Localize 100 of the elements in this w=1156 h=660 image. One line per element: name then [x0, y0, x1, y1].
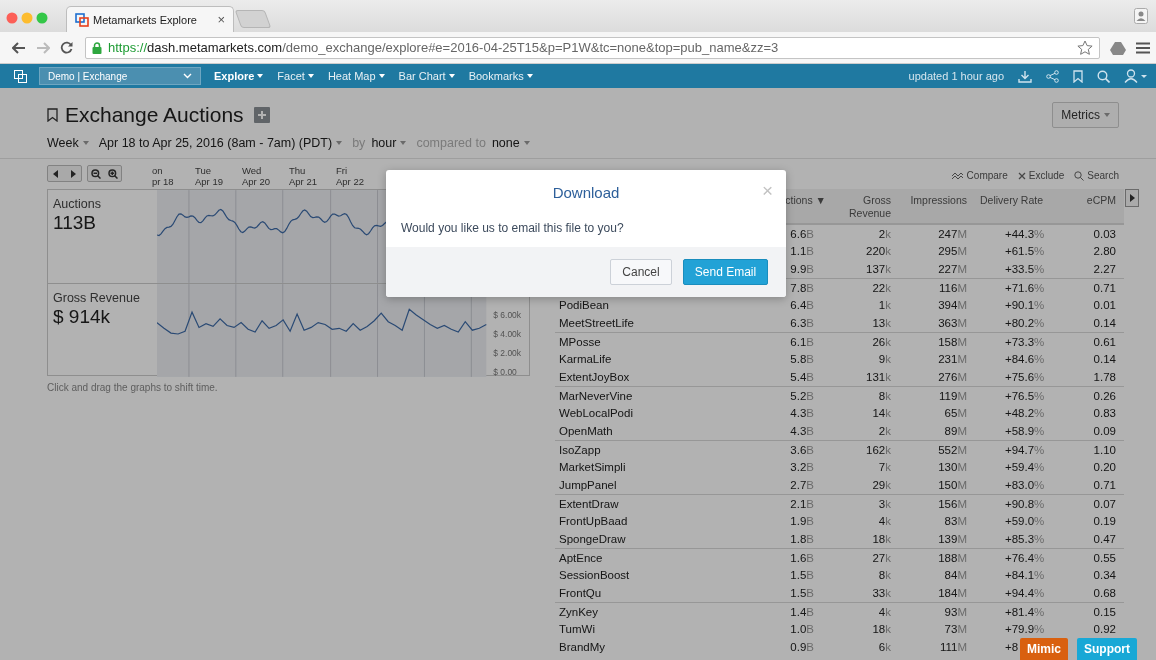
- table-cell: JumpPanel: [559, 479, 617, 491]
- table-cell: 4.3B: [790, 425, 814, 437]
- table-cell: 0.55: [1093, 551, 1116, 564]
- table-cell: 552M: [938, 443, 967, 456]
- table-cell: 2k: [878, 425, 891, 437]
- table-cell: +75.6%: [1005, 371, 1045, 383]
- table-cell: 184M: [938, 587, 967, 599]
- table-cell: 33k: [872, 587, 891, 599]
- metric-value: 113B: [53, 212, 97, 234]
- table-cell: 65M: [944, 407, 967, 419]
- table-cell: 0.14: [1093, 353, 1116, 365]
- table-cell: 1.5B: [790, 587, 814, 599]
- table-cell: +76.4%: [1005, 551, 1045, 564]
- table-cell: 3k: [878, 497, 891, 510]
- metric-value: $ 914k: [53, 306, 112, 328]
- update-status: updated 1 hour ago: [908, 70, 1004, 82]
- axis-tick-label: $ 0.00: [493, 366, 517, 377]
- table-cell: 156M: [938, 497, 967, 510]
- table-cell: 162k: [866, 443, 891, 456]
- table-cell: +48.2%: [1005, 407, 1045, 419]
- day-label: Wed: [242, 165, 263, 176]
- table-cell: 0.03: [1093, 227, 1116, 240]
- table-cell: +85.3%: [1005, 533, 1045, 545]
- table-cell: IsoZapp: [559, 443, 601, 456]
- table-cell: +59.0%: [1005, 515, 1045, 527]
- table-cell: MPosse: [559, 335, 601, 348]
- table-cell: +83.0%: [1005, 479, 1045, 491]
- table-cell: +33.5%: [1005, 263, 1045, 275]
- table-cell: AptEnce: [559, 551, 603, 564]
- table-cell: TumWi: [559, 623, 595, 635]
- table-cell: 73M: [944, 623, 967, 635]
- table-cell: ExtentJoyBox: [559, 371, 630, 383]
- date-label: Apr 21: [289, 176, 318, 187]
- date-label: Apr 22: [336, 176, 365, 187]
- table-cell: 0.15: [1093, 605, 1116, 618]
- table-cell: +90.1%: [1005, 299, 1045, 311]
- date-label: Apr 19: [195, 176, 224, 187]
- day-label: on: [152, 165, 164, 176]
- table-cell: 247M: [938, 227, 967, 240]
- axis-tick-label: $ 2.00k: [493, 347, 521, 358]
- table-cell: 2.27: [1093, 263, 1116, 275]
- table-cell: 139M: [938, 533, 967, 545]
- table-cell: 137k: [866, 263, 891, 275]
- table-cell: +84.1%: [1005, 569, 1045, 581]
- table-cell: +76.5%: [1005, 389, 1045, 402]
- table-cell: 4.3B: [790, 407, 814, 419]
- table-cell: 1.5B: [790, 569, 814, 581]
- axis-tick-label: $ 4.00k: [493, 329, 521, 339]
- table-cell: 13k: [872, 317, 891, 329]
- dialog-message: Would you like us to email this file to you?: [400, 220, 625, 237]
- table-cell: 84M: [944, 569, 967, 581]
- table-cell: 2.80: [1093, 245, 1116, 257]
- table-cell: 0.26: [1093, 389, 1116, 402]
- table-cell: 6.6B: [790, 227, 814, 240]
- table-cell: 14k: [872, 407, 891, 419]
- table-cell: 29k: [872, 479, 891, 491]
- table-cell: FrontUpBaad: [559, 515, 628, 527]
- table-cell: 6.1B: [790, 335, 814, 348]
- table-cell: +8: [1005, 641, 1019, 653]
- metric-label: Auctions: [53, 197, 102, 211]
- table-cell: 0.68: [1093, 587, 1116, 599]
- table-cell: 1k: [878, 299, 891, 311]
- table-cell: 18k: [872, 533, 891, 545]
- table-cell: 2.7B: [790, 479, 814, 491]
- table-cell: SpongeDraw: [559, 533, 626, 545]
- table-cell: 1.4B: [790, 605, 814, 618]
- table-cell: +71.6%: [1005, 281, 1045, 294]
- table-cell: 2.1B: [790, 497, 814, 510]
- table-cell: 158M: [938, 335, 967, 348]
- table-cell: 0.47: [1093, 533, 1116, 545]
- table-cell: 4k: [878, 605, 891, 618]
- table-cell: 0.9B: [790, 641, 814, 653]
- table-cell: KarmaLife: [559, 353, 612, 365]
- table-cell: 3.6B: [790, 443, 814, 456]
- table-cell: MarketSimpli: [559, 461, 626, 473]
- table-cell: 0.07: [1093, 497, 1116, 510]
- table-cell: 1.1B: [790, 245, 814, 257]
- table-cell: 0.83: [1093, 407, 1116, 419]
- table-cell: +84.6%: [1005, 353, 1045, 365]
- table-cell: 9k: [878, 353, 891, 365]
- table-cell: 7.8B: [790, 281, 814, 294]
- table-cell: ExtentDraw: [559, 497, 619, 510]
- table-cell: 0.71: [1093, 479, 1116, 491]
- table-cell: 188M: [938, 551, 967, 564]
- day-label: Fri: [336, 165, 349, 176]
- table-cell: 2k: [878, 227, 891, 240]
- table-cell: +73.3%: [1005, 335, 1045, 348]
- table-cell: 0.09: [1093, 425, 1116, 437]
- table-cell: OpenMath: [559, 425, 613, 437]
- table-cell: 6.3B: [790, 317, 814, 329]
- table-cell: 0.61: [1093, 335, 1116, 348]
- page-title: Exchange Auctions: [65, 103, 244, 127]
- table-cell: 1.8B: [790, 533, 814, 545]
- hint-text: Click and drag the graphs to shift time.: [47, 382, 219, 393]
- table-cell: +80.2%: [1005, 317, 1045, 329]
- table-cell: 6.4B: [790, 299, 814, 311]
- table-cell: 0.92: [1093, 623, 1116, 635]
- table-cell: 0.34: [1093, 569, 1116, 581]
- table-cell: 93M: [944, 605, 967, 618]
- table-cell: PodiBean: [559, 299, 609, 311]
